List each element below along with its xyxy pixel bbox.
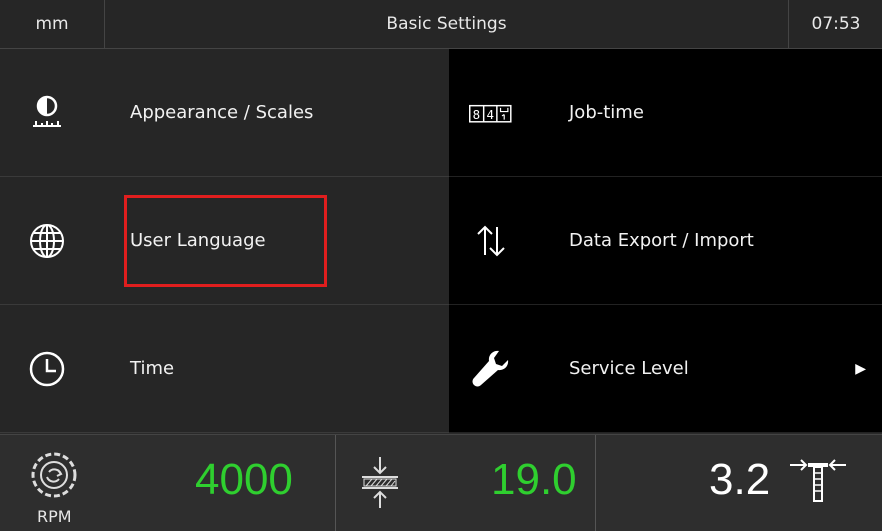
settings-menu-left: Appearance / Scales User Language Time — [0, 49, 449, 433]
menu-item-user-language[interactable]: User Language — [0, 177, 449, 305]
menu-item-service-level[interactable]: Service Level ▶ — [449, 305, 882, 433]
settings-menu-right: 8 4 Job-time Data Export / Import Servic… — [449, 49, 882, 433]
rpm-value: 4000 — [195, 455, 293, 504]
menu-item-label: Data Export / Import — [569, 230, 754, 251]
clock-icon — [27, 349, 67, 389]
job-time-counter-icon: 8 4 — [469, 91, 513, 135]
wrench-icon — [469, 347, 513, 391]
menu-item-job-time[interactable]: 8 4 Job-time — [449, 49, 882, 177]
globe-icon — [27, 221, 67, 261]
rpm-label: RPM — [37, 507, 72, 526]
unit-indicator[interactable]: mm — [0, 0, 105, 48]
menu-item-label: Appearance / Scales — [130, 102, 314, 123]
header-bar: mm Basic Settings 07:53 — [0, 0, 882, 49]
menu-item-label: User Language — [130, 230, 266, 251]
thickness-gauge-icon — [360, 455, 400, 511]
menu-item-time[interactable]: Time — [0, 305, 449, 433]
thickness-panel[interactable]: 19.0 — [336, 435, 596, 531]
chevron-right-icon: ▶ — [855, 360, 866, 377]
cut-width-value: 3.2 — [709, 455, 771, 504]
clock-display: 07:53 — [788, 0, 882, 48]
appearance-scales-icon — [27, 93, 67, 133]
cut-width-panel[interactable]: 3.2 — [596, 435, 882, 531]
menu-item-label: Service Level — [569, 358, 689, 379]
menu-item-appearance-scales[interactable]: Appearance / Scales — [0, 49, 449, 177]
status-footer: RPM 4000 19.0 3.2 — [0, 434, 882, 531]
menu-item-label: Time — [130, 358, 175, 379]
thickness-value: 19.0 — [491, 455, 577, 504]
page-title: Basic Settings — [386, 14, 507, 34]
svg-text:8: 8 — [473, 106, 481, 121]
menu-item-label: Job-time — [569, 102, 644, 123]
menu-item-data-export-import[interactable]: Data Export / Import — [449, 177, 882, 305]
saw-blade-icon — [28, 449, 80, 501]
svg-text:4: 4 — [487, 106, 495, 121]
cut-width-icon — [788, 457, 848, 505]
rpm-panel[interactable]: RPM 4000 — [0, 435, 336, 531]
transfer-arrows-icon — [469, 219, 513, 263]
